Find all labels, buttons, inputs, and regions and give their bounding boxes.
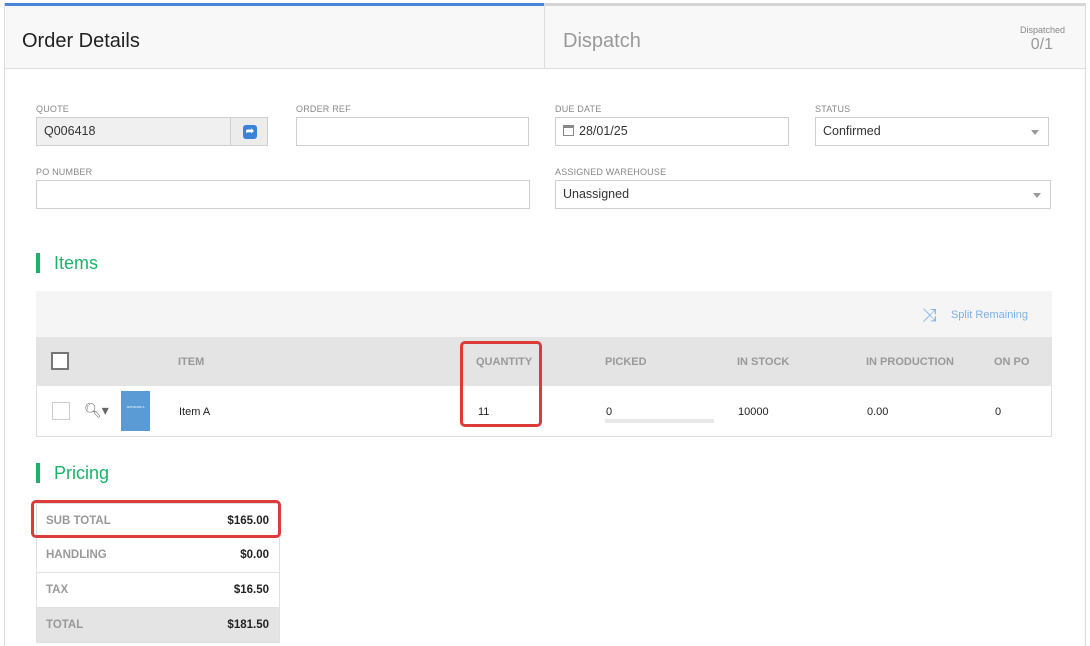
pricing-row-tax: TAX $16.50 — [36, 573, 280, 608]
calendar-icon — [563, 125, 574, 136]
select-all-checkbox[interactable] — [51, 352, 69, 370]
items-table-header: ITEM QUANTITY PICKED IN STOCK IN PRODUCT… — [36, 337, 1052, 386]
handling-label: HANDLING — [46, 549, 107, 561]
total-value: $181.50 — [227, 619, 269, 631]
tax-label: TAX — [46, 584, 69, 596]
warehouse-label: ASSIGNED WAREHOUSE — [555, 167, 667, 177]
order-ref-field[interactable] — [296, 117, 529, 146]
due-date-value: 28/01/25 — [579, 124, 628, 138]
tab-dispatch-label: Dispatch — [563, 30, 641, 52]
col-in-stock: IN STOCK — [737, 356, 790, 368]
pricing-row-handling: HANDLING $0.00 — [36, 538, 280, 573]
due-date-label: DUE DATE — [555, 104, 602, 114]
table-row[interactable]: 🔍︎▾ ARTWORK A Item A 11 0 10000 0.00 0 — [36, 386, 1052, 437]
items-toolbar: ⤨ Split Remaining — [36, 291, 1052, 337]
item-in-stock: 10000 — [738, 406, 769, 418]
split-remaining-button[interactable]: ⤨ Split Remaining — [922, 305, 1028, 326]
status-select[interactable]: Confirmed — [815, 117, 1049, 146]
pricing-heading: Pricing — [36, 463, 109, 483]
col-picked: PICKED — [605, 356, 647, 368]
pricing-row-total: TOTAL $181.50 — [36, 608, 280, 643]
quantity-highlight — [460, 341, 542, 427]
chevron-down-icon — [1033, 193, 1041, 198]
warehouse-select[interactable]: Unassigned — [555, 180, 1051, 209]
item-name[interactable]: Item A — [179, 406, 210, 418]
item-thumbnail: ARTWORK A — [121, 391, 150, 431]
quote-field[interactable]: Q006418 — [36, 117, 231, 146]
total-label: TOTAL — [46, 619, 84, 631]
status-value: Confirmed — [823, 124, 881, 138]
open-quote-button[interactable]: ➦ — [230, 117, 268, 146]
tab-dispatch[interactable]: Dispatch Dispatched 0/1 — [544, 3, 1085, 69]
chevron-down-icon — [1031, 130, 1039, 135]
items-heading: Items — [36, 253, 98, 273]
col-on-po: ON PO — [994, 356, 1030, 368]
subtotal-highlight — [31, 500, 281, 538]
external-link-icon: ➦ — [243, 125, 257, 139]
order-ref-label: ORDER REF — [296, 104, 351, 114]
handling-value: $0.00 — [240, 549, 269, 561]
po-number-label: PO NUMBER — [36, 167, 93, 177]
item-picked: 0 — [606, 406, 613, 418]
row-checkbox[interactable] — [52, 402, 70, 420]
split-remaining-label: Split Remaining — [950, 309, 1028, 321]
split-icon: ⤨ — [921, 305, 937, 325]
status-label: STATUS — [815, 104, 851, 114]
col-item: ITEM — [178, 356, 205, 368]
dispatched-count: 0/1 — [1030, 36, 1053, 53]
item-in-production: 0.00 — [867, 406, 889, 418]
search-icon[interactable]: 🔍︎▾ — [84, 402, 109, 419]
po-number-field[interactable] — [36, 180, 530, 209]
quote-label: QUOTE — [36, 104, 70, 114]
tax-value: $16.50 — [233, 584, 269, 596]
col-in-production: IN PRODUCTION — [866, 356, 954, 368]
dispatched-label: Dispatched — [1019, 25, 1065, 35]
picked-progress-bar — [605, 419, 714, 423]
due-date-field[interactable]: 28/01/25 — [555, 117, 789, 146]
tab-order-details[interactable]: Order Details — [5, 3, 544, 69]
warehouse-value: Unassigned — [563, 187, 630, 201]
item-on-po: 0 — [995, 406, 1002, 418]
tab-order-details-label: Order Details — [22, 30, 140, 52]
